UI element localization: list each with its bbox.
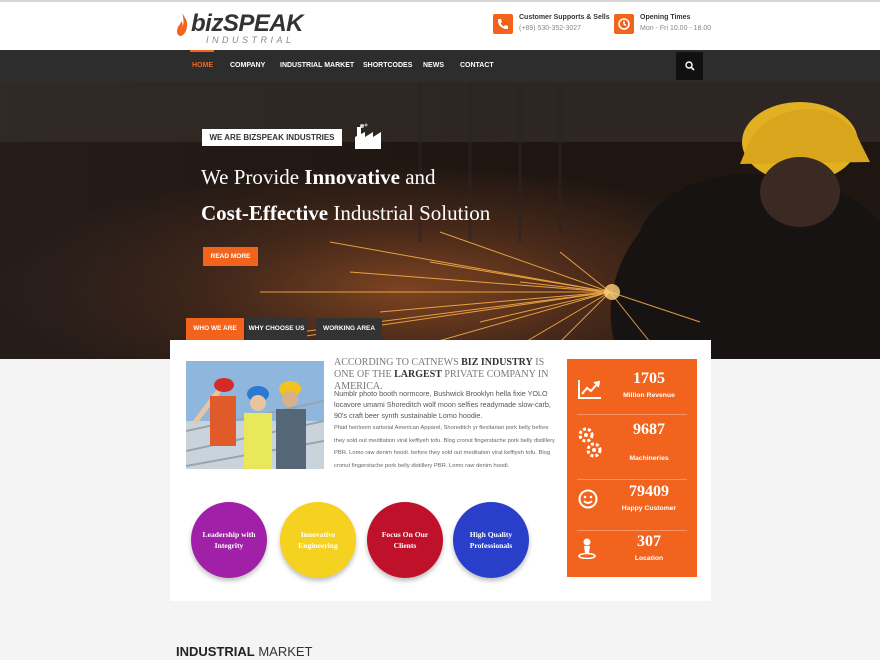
opening-title: Opening Times xyxy=(640,14,691,21)
section-title-industrial-market: INDUSTRIAL MARKET xyxy=(176,644,313,659)
location-pin-icon xyxy=(578,538,596,559)
support-title: Customer Supports & Sells xyxy=(519,14,610,21)
stat-customers-value: 79409 xyxy=(629,483,669,500)
hero-tagline: WE ARE BIZSPEAK INDUSTRIES xyxy=(202,129,342,146)
hero-banner: WE ARE BIZSPEAK INDUSTRIES We Provide In… xyxy=(0,82,880,359)
workers-photo xyxy=(186,361,324,469)
stat-revenue-label: Million Revenue xyxy=(623,392,675,399)
stat-machineries-value: 9687 xyxy=(633,421,665,438)
nav-item-company[interactable]: COMPANY xyxy=(230,50,265,82)
search-button[interactable] xyxy=(676,52,703,80)
stat-divider xyxy=(577,479,687,480)
stats-panel: 1705 Million Revenue 9687 Machineries 79… xyxy=(567,359,697,577)
clock-icon xyxy=(614,14,634,34)
stat-customers: 79409 Happy Customer xyxy=(567,481,697,531)
tab-why-choose-us[interactable]: WHY CHOOSE US xyxy=(246,318,307,340)
value-circle-quality[interactable]: High Quality Professionals xyxy=(453,502,529,578)
nav-item-industrial-market[interactable]: INDUSTRIAL MARKET xyxy=(280,50,354,82)
phone-icon xyxy=(493,14,513,34)
tab-who-we-are[interactable]: WHO WE ARE xyxy=(186,318,244,340)
header-bar: bizSPEAK INDUSTRIAL Customer Supports & … xyxy=(0,0,880,50)
factory-icon xyxy=(355,123,381,149)
support-phone: (+89) 530-352-3027 xyxy=(519,25,582,32)
main-nav: HOME COMPANY INDUSTRIAL MARKET SHORTCODE… xyxy=(0,50,880,82)
opening-hours: Mon - Fri 10.00 - 18.00 xyxy=(640,25,712,32)
stat-revenue: 1705 Million Revenue xyxy=(567,365,697,415)
gears-icon xyxy=(578,427,602,458)
value-circle-innovation[interactable]: Innovative Engineering xyxy=(280,502,356,578)
intro-paragraph: Numblr photo booth normcore, Bushwick Br… xyxy=(334,389,551,420)
stat-divider xyxy=(577,414,687,415)
stat-location-label: Location xyxy=(634,555,664,562)
stat-customers-label: Happy Customer xyxy=(621,505,677,512)
value-circle-leadership[interactable]: Leadership with Integrity xyxy=(191,502,267,578)
nav-item-news[interactable]: NEWS xyxy=(423,50,444,82)
hero-headline-line1: We Provide Innovative and xyxy=(201,165,436,189)
stat-revenue-value: 1705 xyxy=(633,370,665,387)
search-icon xyxy=(685,61,695,71)
chart-trend-icon xyxy=(578,380,601,399)
site-logo[interactable]: bizSPEAK INDUSTRIAL xyxy=(176,10,304,45)
stat-machineries-label: Machineries xyxy=(629,455,669,462)
detail-paragraph: Pfaid heirloom sartorial American Appare… xyxy=(334,425,555,469)
nav-item-shortcodes[interactable]: SHORTCODES xyxy=(363,50,412,82)
nav-item-home[interactable]: HOME xyxy=(192,50,213,82)
stat-machineries: 9687 Machineries xyxy=(567,416,697,480)
logo-brand: bizSPEAK xyxy=(191,10,304,37)
tab-working-area[interactable]: WORKING AREA xyxy=(316,318,382,340)
stat-location: 307 Location xyxy=(567,531,697,581)
flame-icon xyxy=(176,13,188,36)
logo-subtitle: INDUSTRIAL xyxy=(206,35,295,45)
stat-location-value: 307 xyxy=(637,533,661,550)
nav-item-contact[interactable]: CONTACT xyxy=(460,50,494,82)
read-more-button[interactable]: READ MORE xyxy=(203,247,258,266)
value-circle-focus[interactable]: Focus On Our Clients xyxy=(367,502,443,578)
hero-headline-line2: Cost-Effective Industrial Solution xyxy=(201,201,491,225)
smile-icon xyxy=(578,489,598,509)
